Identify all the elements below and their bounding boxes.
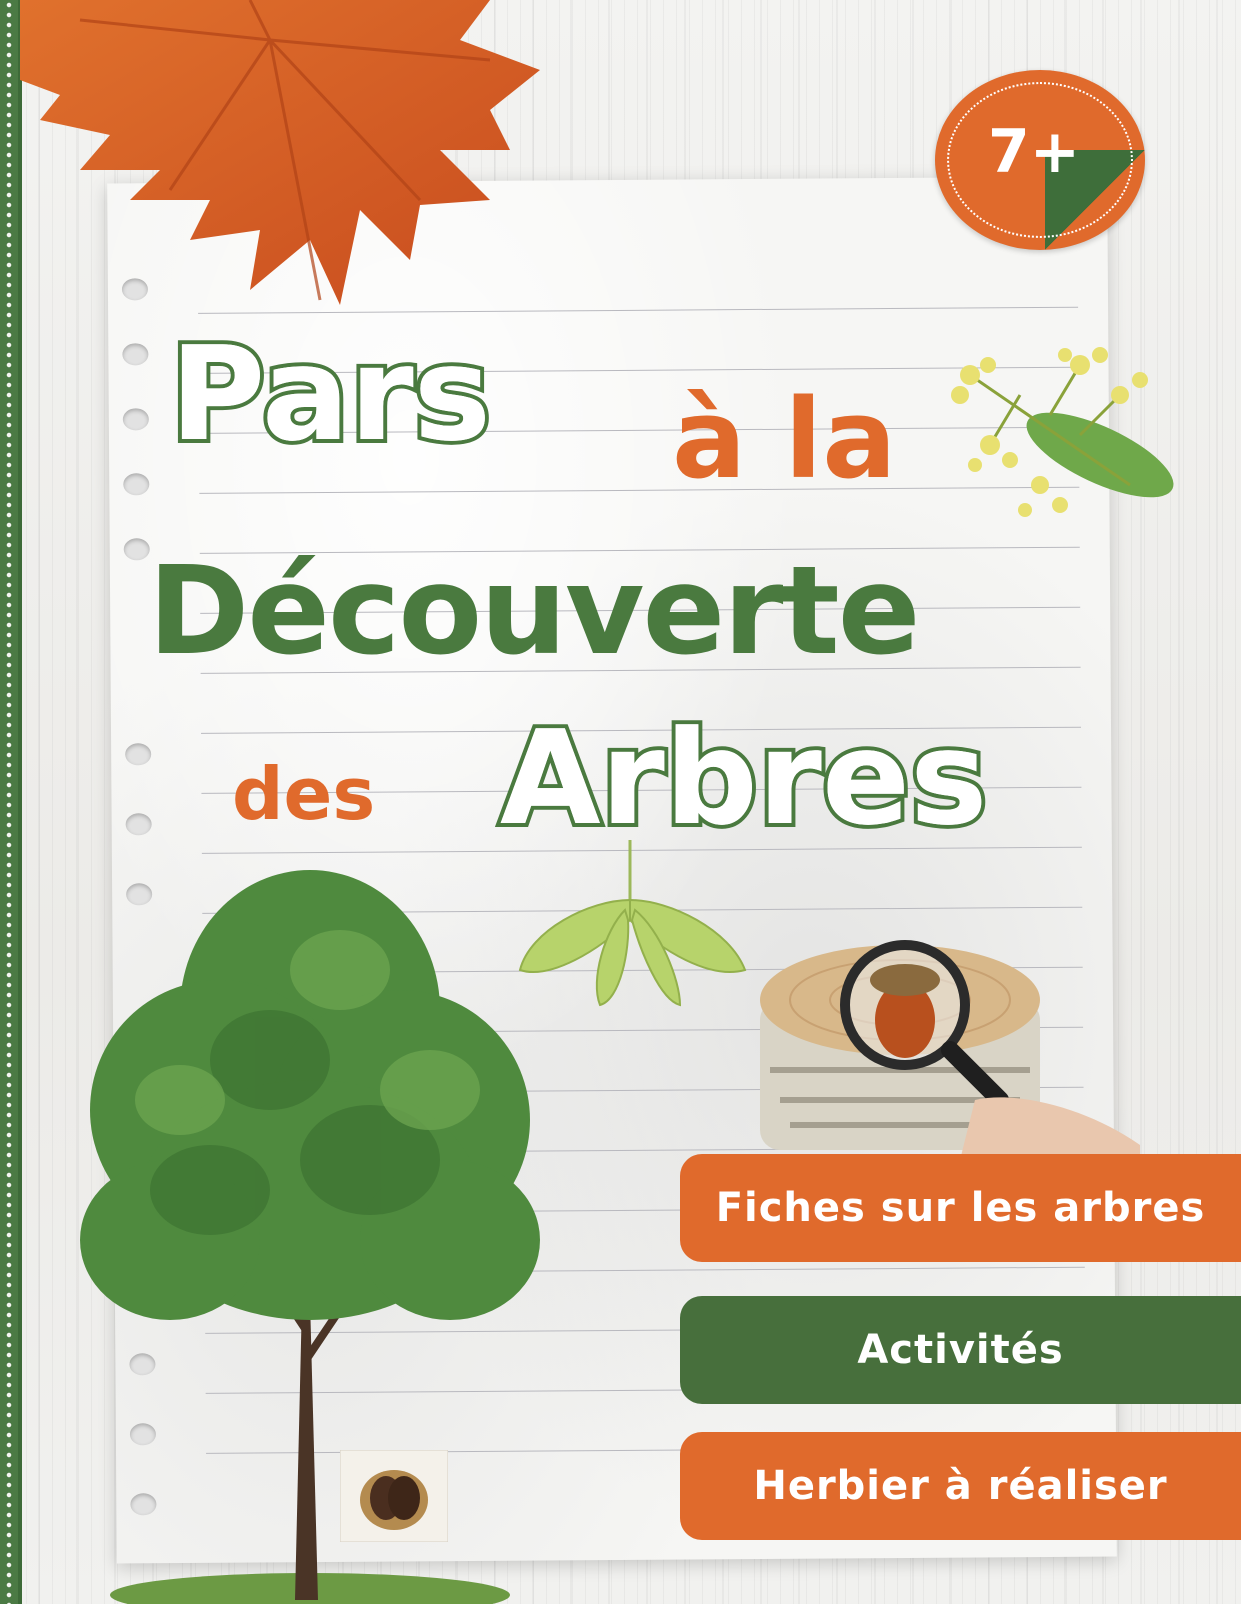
age-label: 7+	[987, 117, 1081, 187]
binder-hole	[125, 743, 152, 766]
feature-herbarium: Herbier à réaliser	[680, 1432, 1241, 1540]
book-spine	[0, 0, 18, 1604]
feature-tree-sheets: Fiches sur les arbres	[680, 1154, 1241, 1262]
binder-hole	[122, 343, 149, 366]
binder-hole	[122, 408, 149, 431]
feature-activities: Activités	[680, 1296, 1241, 1404]
linden-flowers-icon	[951, 347, 1174, 517]
chestnut-icon	[340, 1450, 448, 1542]
title-a-la: à la	[672, 375, 897, 503]
binder-hole	[123, 538, 150, 561]
title-word-pars: Pars	[166, 314, 495, 474]
maple-leaf-icon	[20, 0, 540, 305]
tree-icon	[80, 870, 540, 1604]
magnifying-glass-icon	[760, 940, 1140, 1160]
feature-label: Herbier à réaliser	[753, 1463, 1168, 1509]
binder-hole	[125, 813, 152, 836]
binder-hole	[123, 473, 150, 496]
title-word-decouverte: Découverte	[148, 540, 920, 682]
age-badge: 7+	[935, 70, 1145, 250]
feature-label: Activités	[857, 1327, 1064, 1373]
title-word-arbres: Arbres	[496, 698, 991, 858]
feature-label: Fiches sur les arbres	[715, 1185, 1206, 1231]
title-des: des	[232, 752, 376, 836]
